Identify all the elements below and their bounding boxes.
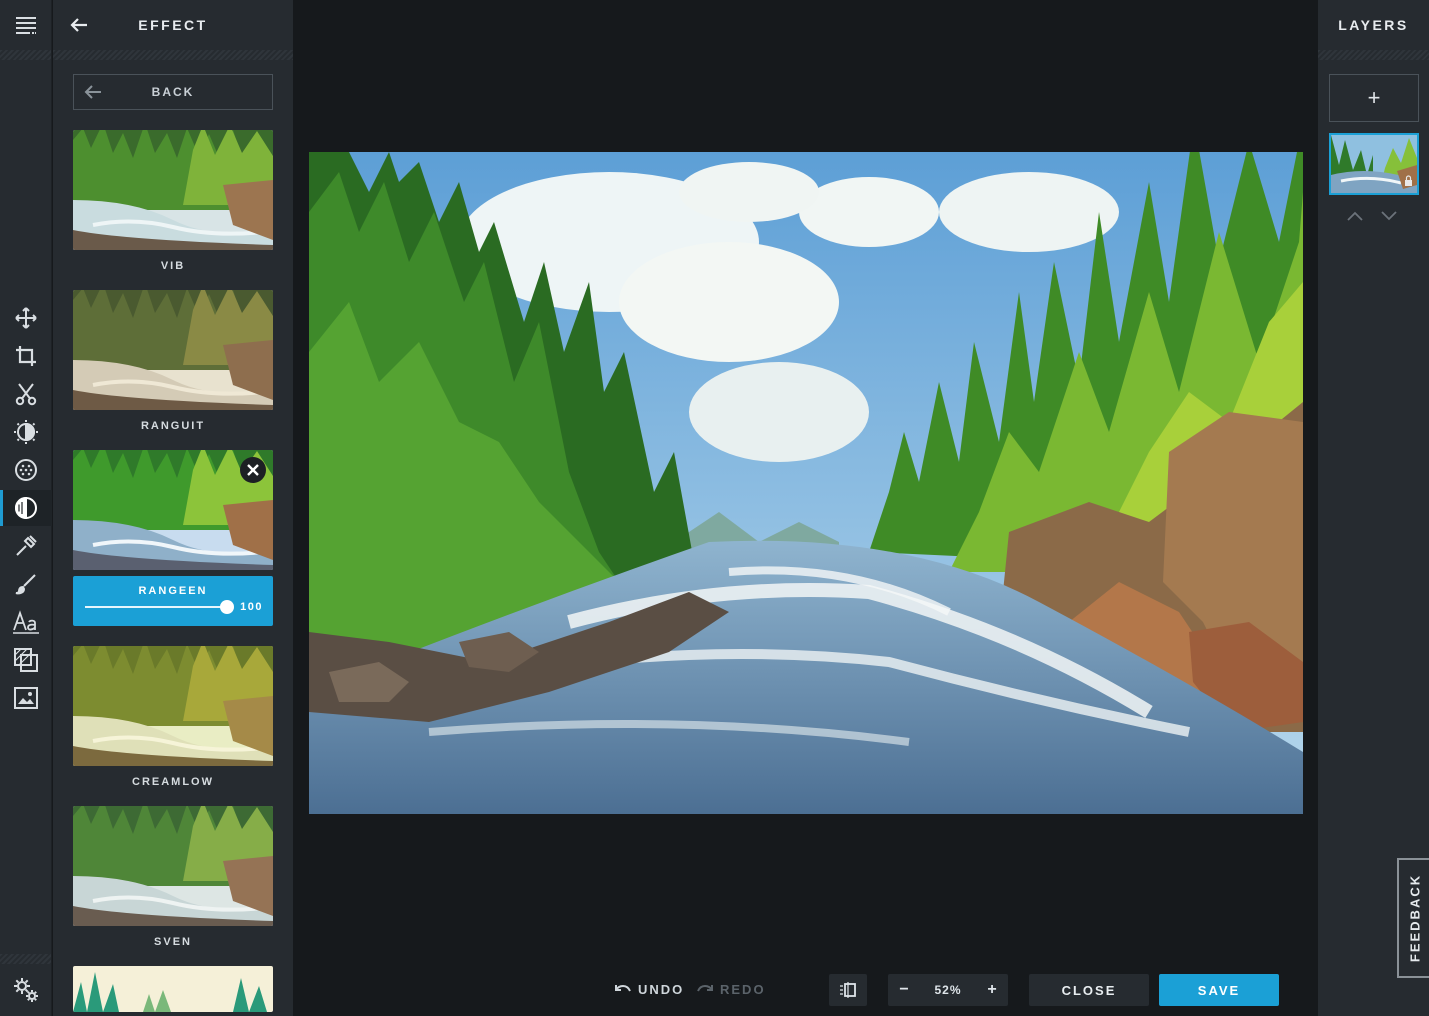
hamburger-menu-icon xyxy=(16,17,36,34)
effect-label: RANGUIT xyxy=(140,420,206,432)
panel-title: EFFECT xyxy=(138,17,208,33)
effect-label: VIB xyxy=(160,260,186,272)
undo-button[interactable]: UNDO xyxy=(614,982,684,997)
layers-panel: LAYERS + FEEDBACK xyxy=(1318,0,1429,1016)
brush-icon xyxy=(15,574,36,595)
effect-item-creamlow[interactable]: CREAMLOW xyxy=(73,646,273,788)
crop-icon xyxy=(16,346,36,366)
feedback-tab[interactable]: FEEDBACK xyxy=(1397,858,1429,978)
zoom-level: 52% xyxy=(934,983,962,997)
redo-icon xyxy=(697,984,713,991)
move-layer-up-icon[interactable] xyxy=(1346,210,1364,222)
effect-thumbnail[interactable] xyxy=(73,646,273,766)
effect-label: SVEN xyxy=(154,936,192,948)
effect-item-next[interactable] xyxy=(73,966,273,1012)
panel-divider xyxy=(53,50,293,60)
tool-filter[interactable] xyxy=(0,452,52,488)
back-button-label: BACK xyxy=(151,85,195,99)
intensity-slider-track[interactable] xyxy=(85,606,227,608)
undo-label: UNDO xyxy=(638,982,685,997)
effect-label: CREAMLOW xyxy=(132,776,214,788)
save-button[interactable]: SAVE xyxy=(1159,974,1279,1006)
tool-cut[interactable] xyxy=(0,376,52,412)
tool-move[interactable] xyxy=(0,300,52,336)
eyedropper-icon xyxy=(16,535,37,556)
tool-adjust[interactable] xyxy=(0,414,52,450)
effect-intensity-control: RANGEEN 100 xyxy=(73,576,273,626)
settings-button[interactable] xyxy=(0,970,52,1010)
tool-image[interactable] xyxy=(0,680,52,716)
effect-thumbnail[interactable] xyxy=(73,130,273,250)
fit-to-screen-button[interactable] xyxy=(829,974,867,1006)
panel-header: EFFECT xyxy=(53,0,293,50)
bottom-toolbar: UNDO REDO − 52% + CLOSE SAVE xyxy=(294,960,1318,1016)
intensity-slider-handle[interactable] xyxy=(220,600,234,614)
remove-effect-button[interactable] xyxy=(240,457,266,483)
photo-editor: EFFECT BACK VIB RANGUIT RANGEEN 100 CREA… xyxy=(0,0,1429,1016)
feedback-label: FEEDBACK xyxy=(1407,873,1423,963)
layer-order-controls xyxy=(1346,210,1398,222)
effect-item-sven[interactable]: SVEN xyxy=(73,806,273,948)
image-icon xyxy=(14,687,38,709)
rail-divider xyxy=(0,50,51,60)
fit-screen-icon xyxy=(840,982,856,998)
effect-item-ranguit[interactable]: RANGUIT xyxy=(73,290,273,432)
zoom-out-button[interactable]: − xyxy=(888,974,920,1006)
close-icon xyxy=(247,464,259,476)
back-button[interactable]: BACK xyxy=(73,74,273,110)
effect-thumbnail[interactable] xyxy=(73,806,273,926)
effect-item-vib[interactable]: VIB xyxy=(73,130,273,272)
undo-icon xyxy=(615,984,631,991)
layer-thumbnail[interactable] xyxy=(1329,133,1419,195)
move-layer-down-icon[interactable] xyxy=(1380,210,1398,222)
layers-divider xyxy=(1318,50,1429,60)
tool-effect[interactable] xyxy=(0,490,52,526)
gears-icon xyxy=(14,978,38,1002)
zoom-control: − 52% + xyxy=(888,974,1008,1006)
rail-divider-bottom xyxy=(0,954,51,964)
tool-crop[interactable] xyxy=(0,338,52,374)
effect-thumbnail[interactable] xyxy=(73,450,273,570)
tool-overlay[interactable] xyxy=(0,642,52,678)
intensity-value: 100 xyxy=(240,601,263,613)
tool-text[interactable] xyxy=(0,604,52,640)
overlay-icon xyxy=(14,648,38,672)
active-effect-label: RANGEEN xyxy=(138,585,208,597)
effect-thumbnail[interactable] xyxy=(73,290,273,410)
redo-button[interactable]: REDO xyxy=(696,982,766,997)
layers-title: LAYERS xyxy=(1338,17,1409,33)
canvas-image[interactable] xyxy=(309,152,1303,814)
zoom-in-button[interactable]: + xyxy=(976,974,1008,1006)
close-button[interactable]: CLOSE xyxy=(1029,974,1149,1006)
effect-thumbnail[interactable] xyxy=(73,966,273,1012)
text-aa-icon xyxy=(13,610,39,634)
effect-half-circle-icon xyxy=(15,496,37,520)
redo-label: REDO xyxy=(720,982,766,997)
filter-dots-icon xyxy=(15,459,37,481)
effect-item-rangeen[interactable] xyxy=(73,450,273,570)
menu-button[interactable] xyxy=(0,0,52,52)
move-arrows-icon xyxy=(15,307,37,329)
tool-brush[interactable] xyxy=(0,566,52,602)
add-layer-button[interactable]: + xyxy=(1329,74,1419,122)
scissors-icon xyxy=(15,383,37,406)
tool-picker[interactable] xyxy=(0,528,52,564)
adjust-sun-icon xyxy=(14,420,38,444)
tool-rail xyxy=(0,0,52,1016)
arrow-left-icon xyxy=(84,85,101,99)
effect-panel: EFFECT BACK VIB RANGUIT RANGEEN 100 CREA… xyxy=(53,0,293,1016)
